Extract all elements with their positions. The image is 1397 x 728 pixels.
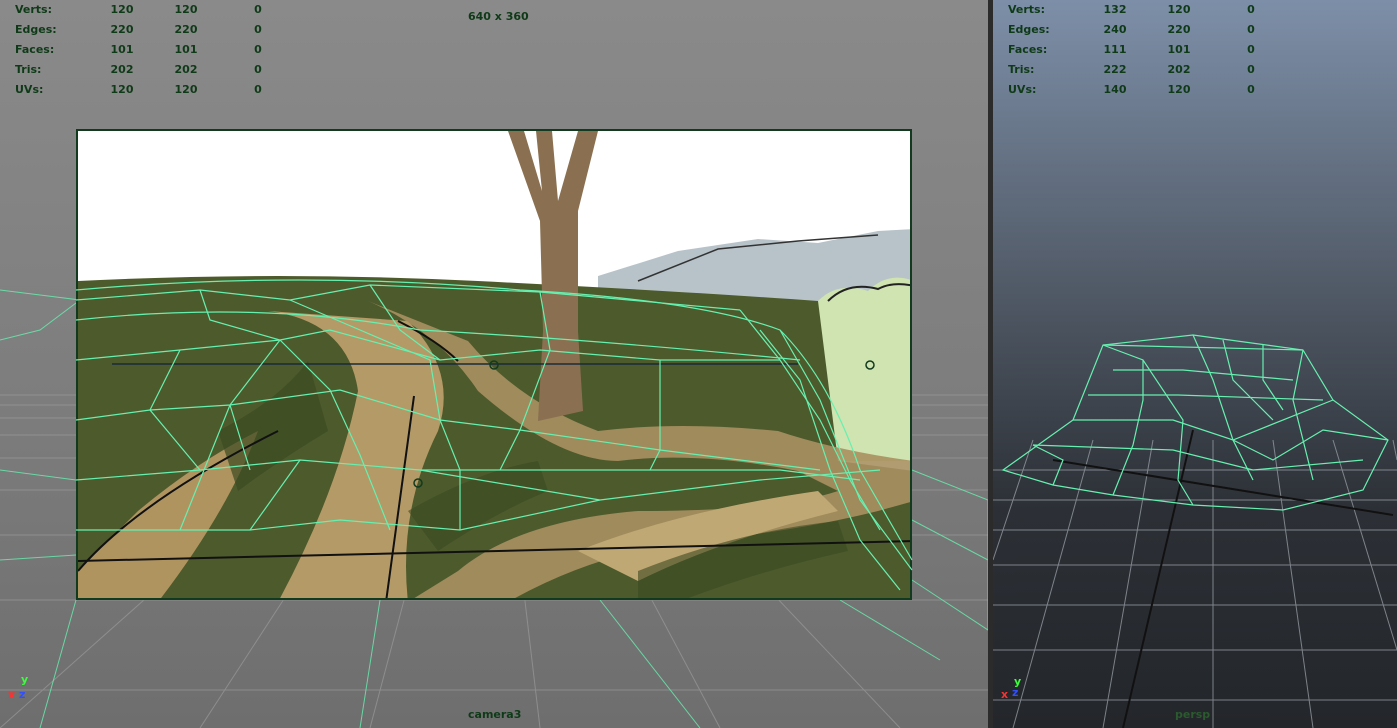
stat-value: 202 <box>1167 63 1191 76</box>
stat-label: UVs: <box>15 83 44 96</box>
stat-label: Tris: <box>1008 63 1035 76</box>
stat-row-edges: Edges: 240 220 0 <box>1008 23 1288 43</box>
stat-value: 111 <box>1103 43 1127 56</box>
stat-value: 0 <box>254 63 262 76</box>
stat-value: 120 <box>110 3 134 16</box>
stat-label: Faces: <box>1008 43 1048 56</box>
stat-row-tris: Tris: 222 202 0 <box>1008 63 1288 83</box>
right-viewport[interactable]: Verts: 132 120 0 Edges: 240 220 0 Faces: 111 101… <box>993 0 1397 728</box>
axis-x-label: x <box>8 688 16 701</box>
stat-value: 220 <box>174 23 198 36</box>
stat-value: 220 <box>110 23 134 36</box>
stat-row-tris: Tris: 202 202 0 <box>15 63 295 83</box>
poly-count-hud: Verts: 132 120 0 Edges: 240 220 0 Faces: 111 101… <box>1008 3 1288 103</box>
stat-row-uvs: UVs: 120 120 0 <box>15 83 295 103</box>
stat-label: Verts: <box>15 3 53 16</box>
stat-label: Edges: <box>1008 23 1050 36</box>
stat-row-verts: Verts: 120 120 0 <box>15 3 295 23</box>
stat-value: 101 <box>1167 43 1191 56</box>
stat-value: 0 <box>254 83 262 96</box>
stat-value: 101 <box>174 43 198 56</box>
axis-y-label: y <box>21 673 29 686</box>
stat-row-faces: Faces: 101 101 0 <box>15 43 295 63</box>
axis-x-label: x <box>1001 688 1009 701</box>
stat-label: Verts: <box>1008 3 1046 16</box>
stat-value: 120 <box>174 3 198 16</box>
stat-value: 0 <box>1247 23 1255 36</box>
mesh-wireframe[interactable] <box>0 0 988 728</box>
stat-value: 120 <box>1167 83 1191 96</box>
camera-name-label: persp <box>1175 708 1211 721</box>
axis-z-label: z <box>19 688 26 701</box>
stat-value: 222 <box>1103 63 1127 76</box>
stat-value: 140 <box>1103 83 1127 96</box>
stat-value: 0 <box>254 43 262 56</box>
stat-value: 0 <box>1247 83 1255 96</box>
left-viewport[interactable]: Verts: 120 120 0 Edges: 220 220 0 Faces: 101 101… <box>0 0 988 728</box>
stat-value: 120 <box>174 83 198 96</box>
stat-value: 0 <box>1247 63 1255 76</box>
resolution-gate-label: 640 x 360 <box>468 10 529 23</box>
stat-value: 220 <box>1167 23 1191 36</box>
stat-value: 202 <box>174 63 198 76</box>
stat-row-faces: Faces: 111 101 0 <box>1008 43 1288 63</box>
stat-label: Tris: <box>15 63 42 76</box>
stat-row-uvs: UVs: 140 120 0 <box>1008 83 1288 103</box>
stat-label: Faces: <box>15 43 55 56</box>
axis-z-label: z <box>1012 686 1019 699</box>
poly-count-hud: Verts: 120 120 0 Edges: 220 220 0 Faces: 101 101… <box>15 3 295 103</box>
stat-value: 0 <box>254 3 262 16</box>
stat-label: Edges: <box>15 23 57 36</box>
stat-value: 120 <box>110 83 134 96</box>
perspective-grid <box>993 334 1397 728</box>
stat-value: 0 <box>1247 3 1255 16</box>
stat-value: 120 <box>1167 3 1191 16</box>
stat-label: UVs: <box>1008 83 1037 96</box>
stat-value: 101 <box>110 43 134 56</box>
stat-value: 132 <box>1103 3 1127 16</box>
stat-value: 0 <box>254 23 262 36</box>
camera-name-label: camera3 <box>468 708 522 721</box>
stat-value: 202 <box>110 63 134 76</box>
stat-value: 240 <box>1103 23 1127 36</box>
stat-row-edges: Edges: 220 220 0 <box>15 23 295 43</box>
stat-row-verts: Verts: 132 120 0 <box>1008 3 1288 23</box>
stat-value: 0 <box>1247 43 1255 56</box>
